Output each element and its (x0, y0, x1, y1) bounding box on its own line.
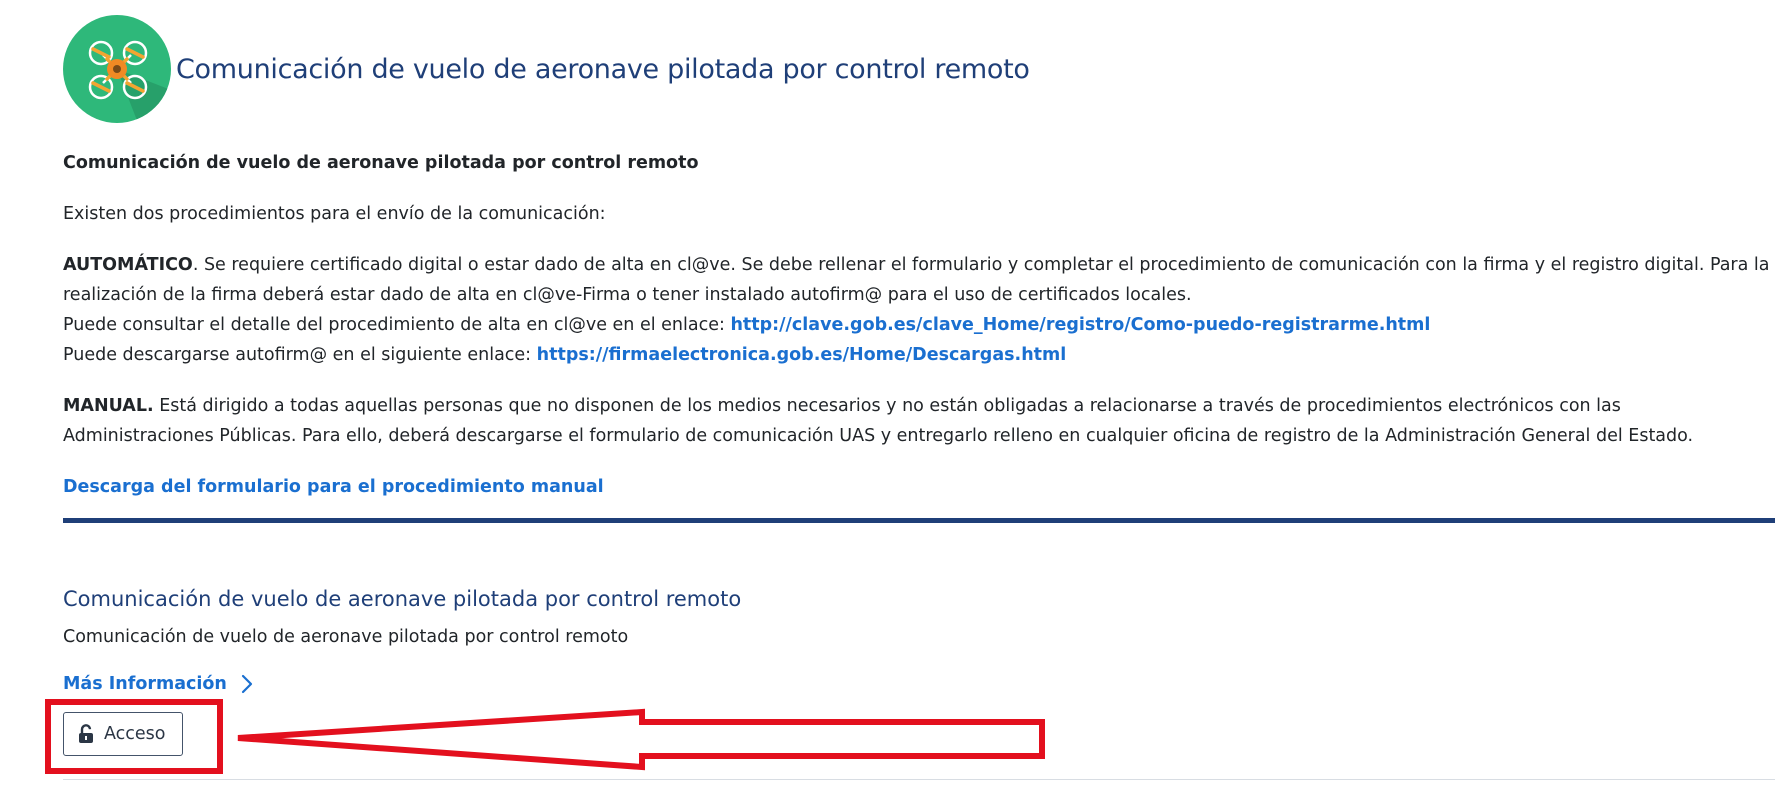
chevron-right-icon (241, 674, 252, 694)
procedure-description-text: Comunicación de vuelo de aeronave pilota… (63, 627, 629, 647)
procedure-description: Comunicación de vuelo de aeronave pilota… (63, 148, 1775, 502)
manual-text: Está dirigido a todas aquellas personas … (63, 396, 1694, 446)
clave-prefix: Puede consultar el detalle del procedimi… (63, 315, 731, 335)
procedure-card: Comunicación de vuelo de aeronave pilota… (63, 584, 1775, 756)
section-divider (63, 518, 1775, 523)
clave-link[interactable]: http://clave.gob.es/clave_Home/registro/… (730, 315, 1430, 335)
access-button-label: Acceso (104, 724, 166, 744)
automatic-text: . Se requiere certificado digital o esta… (63, 255, 1770, 305)
access-button[interactable]: Acceso (63, 712, 183, 756)
unlock-icon (78, 724, 94, 744)
bottom-divider (63, 779, 1775, 780)
manual-paragraph: MANUAL. Está dirigido a todas aquellas p… (63, 391, 1775, 451)
automatic-label: AUTOMÁTICO (63, 255, 193, 275)
section-heading: Comunicación de vuelo de aeronave pilota… (63, 153, 699, 173)
automatic-procedure: AUTOMÁTICO. Se requiere certificado digi… (63, 250, 1775, 370)
page-header: Comunicación de vuelo de aeronave pilota… (63, 15, 1030, 123)
more-info-link[interactable]: Más Información (63, 674, 253, 694)
autofirma-prefix: Puede descargarse autofirm@ en el siguie… (63, 345, 537, 365)
download-line: Descarga del formulario para el procedim… (63, 472, 1775, 502)
more-info-label: Más Información (63, 674, 227, 694)
intro-text: Existen dos procedimientos para el envío… (63, 204, 606, 224)
automatic-paragraph: AUTOMÁTICO. Se requiere certificado digi… (63, 250, 1775, 310)
autofirma-line: Puede descargarse autofirm@ en el siguie… (63, 340, 1775, 370)
procedure-title: Comunicación de vuelo de aeronave pilota… (63, 587, 742, 611)
drone-icon (63, 15, 171, 123)
page-title: Comunicación de vuelo de aeronave pilota… (176, 53, 1030, 85)
clave-line: Puede consultar el detalle del procedimi… (63, 310, 1775, 340)
pointer-arrow (237, 708, 1045, 771)
download-form-link[interactable]: Descarga del formulario para el procedim… (63, 477, 604, 497)
manual-label: MANUAL. (63, 396, 154, 416)
autofirma-link[interactable]: https://firmaelectronica.gob.es/Home/Des… (537, 345, 1067, 365)
